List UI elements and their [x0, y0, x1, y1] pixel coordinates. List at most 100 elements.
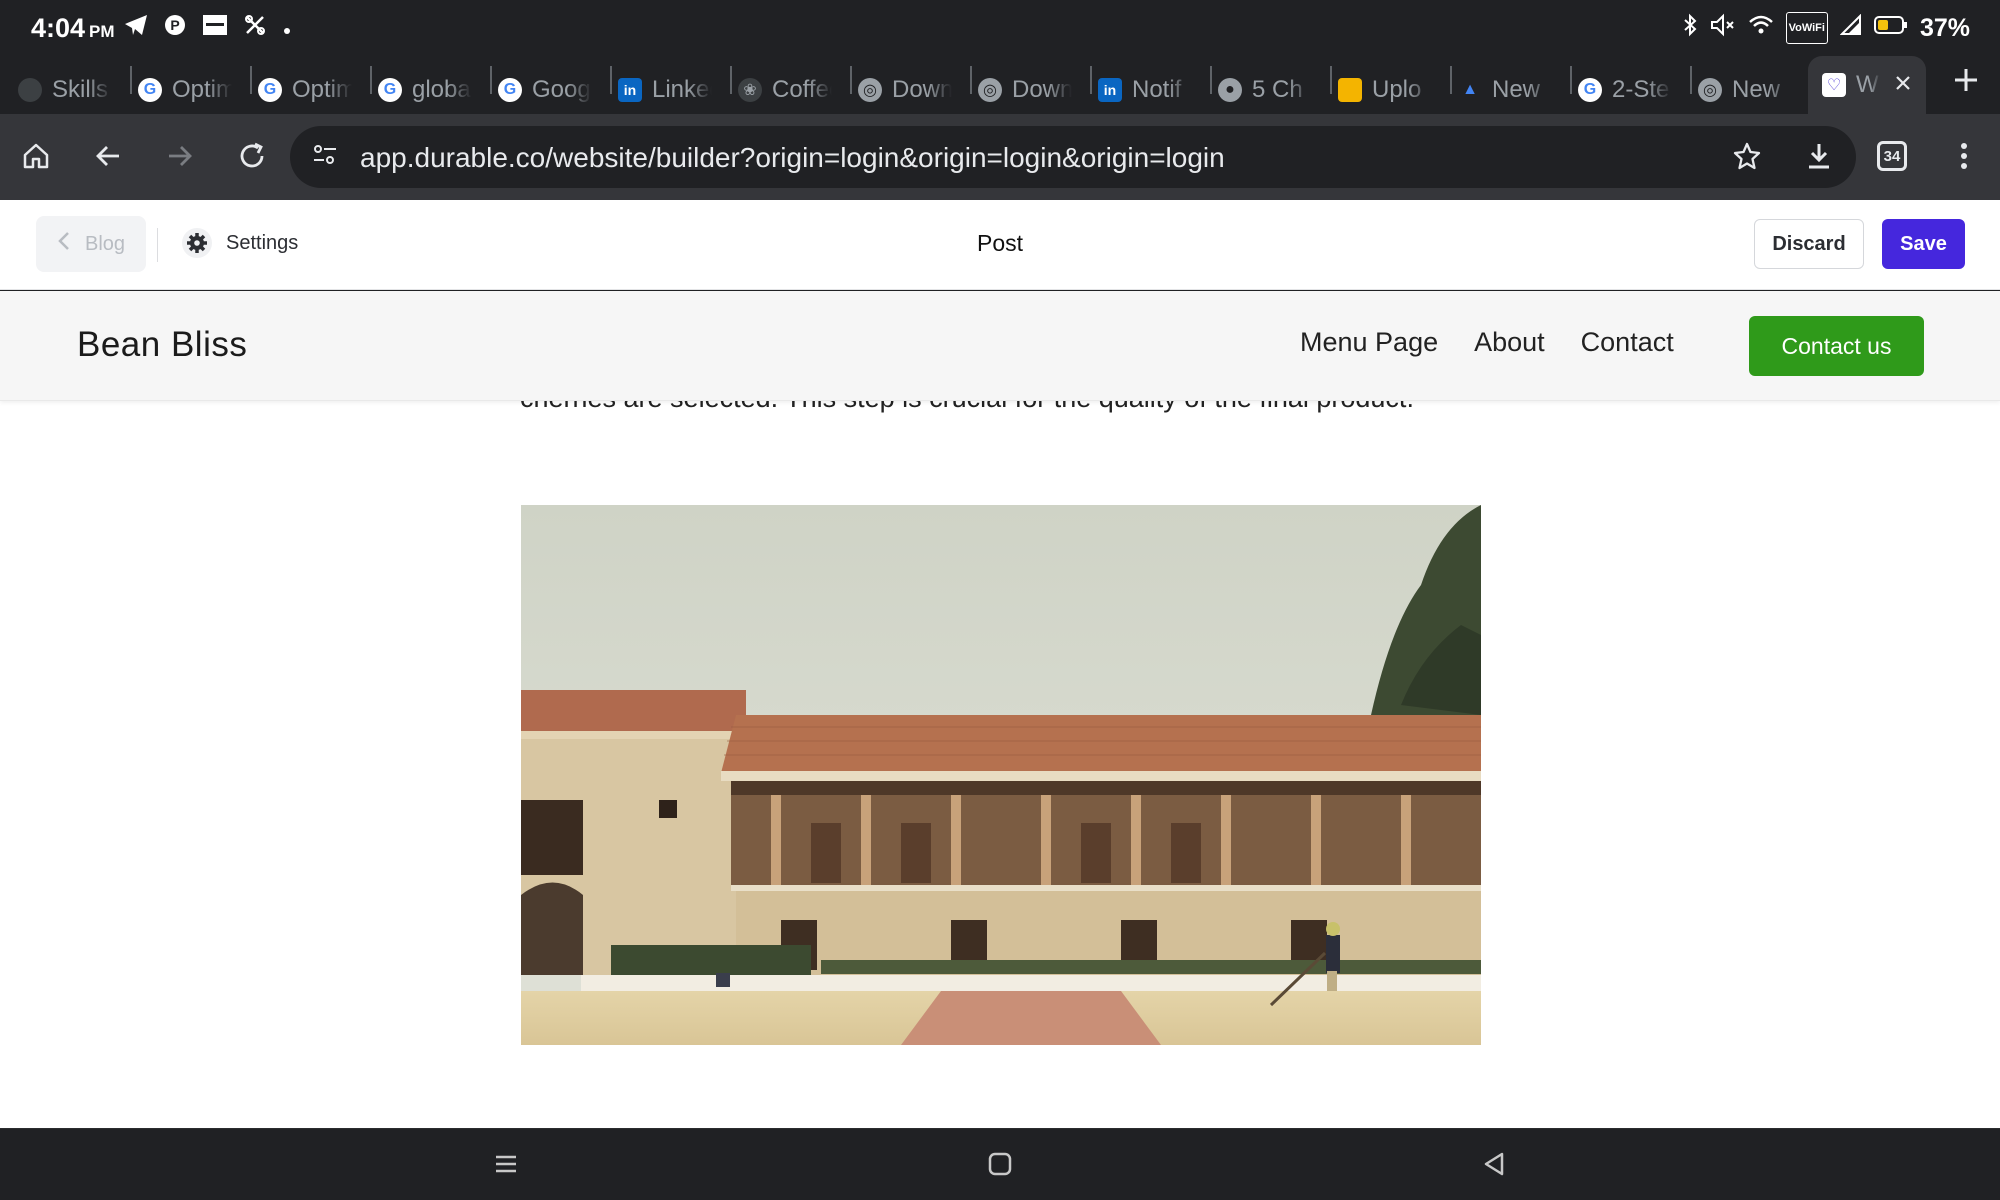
new-tab-button[interactable] [1952, 64, 1980, 103]
browser-tab[interactable]: G Optim [138, 66, 232, 114]
tab-separator [1330, 66, 1332, 94]
google-icon: G [258, 78, 282, 102]
tab-separator [370, 66, 372, 94]
site-brand[interactable]: Bean Bliss [77, 325, 247, 365]
tab-separator [1090, 66, 1092, 94]
browser-tab[interactable]: ● 5 Ch [1218, 66, 1312, 114]
signal-icon [1839, 13, 1862, 43]
tab-label: W [1856, 71, 1879, 98]
address-bar[interactable]: app.durable.co/website/builder?origin=lo… [290, 126, 1856, 188]
battery-percent: 37% [1919, 13, 1970, 42]
pinterest-icon: P [164, 14, 186, 43]
browser-tab[interactable]: Uplo [1338, 66, 1432, 114]
status-time-ampm: PM [89, 22, 115, 41]
coffee-icon: ❀ [738, 78, 762, 102]
notification-icons: P [124, 14, 292, 43]
tab-switcher-button[interactable]: 34 [1870, 134, 1914, 178]
discard-button[interactable]: Discard [1754, 219, 1864, 269]
home-button-icon[interactable] [988, 1147, 1012, 1184]
tab-label: Linked [652, 76, 712, 103]
nav-link-about[interactable]: About [1474, 327, 1545, 358]
system-back-icon[interactable] [1482, 1147, 1506, 1184]
page-title: Post [976, 230, 1024, 256]
download-icon[interactable] [1797, 134, 1841, 178]
tab-label: Google [532, 76, 592, 103]
mute-icon [1710, 13, 1736, 44]
tools-icon [244, 14, 266, 43]
browser-tab[interactable]: in Linked [618, 66, 712, 114]
linkedin-icon: in [618, 78, 642, 102]
site-nav-links: Menu Page About Contact [1300, 327, 1674, 358]
save-button[interactable]: Save [1882, 219, 1965, 269]
tab-label: 2-Ste [1612, 76, 1670, 103]
tab-label: Down [1012, 76, 1072, 103]
home-icon[interactable] [14, 134, 58, 178]
google-icon: G [138, 78, 162, 102]
browser-tab[interactable]: G Google [498, 66, 592, 114]
browser-tab[interactable]: ◎ New [1698, 66, 1792, 114]
browser-tab[interactable]: in Notif [1098, 66, 1192, 114]
system-status-icons: VoWiFi 37% [1682, 12, 1970, 44]
bluetooth-icon [1682, 13, 1698, 44]
durable-icon: ♡ [1822, 73, 1846, 97]
tab-label: Coffee [772, 76, 832, 103]
contact-us-button[interactable]: Contact us [1749, 316, 1924, 376]
site-settings-icon[interactable] [310, 140, 340, 177]
forward-arrow-icon[interactable] [158, 134, 202, 178]
tab-separator [1450, 66, 1452, 94]
globe-icon: ● [1218, 78, 1242, 102]
tab-separator [250, 66, 252, 94]
nav-link-menu-page[interactable]: Menu Page [1300, 327, 1438, 358]
tab-separator [130, 66, 132, 94]
tab-separator [970, 66, 972, 94]
google-icon: G [1578, 78, 1602, 102]
tab-label: global [412, 76, 472, 103]
post-image[interactable] [521, 505, 1481, 1045]
tab-separator [1570, 66, 1572, 94]
browser-tab[interactable]: ◎ Down [858, 66, 952, 114]
system-navigation-bar [0, 1128, 2000, 1200]
tab-label: Skills [52, 76, 109, 103]
linkedin-icon: in [1098, 78, 1122, 102]
tab-label: Down [892, 76, 952, 103]
browser-tab[interactable]: ❀ Coffee [738, 66, 832, 114]
tab-separator [850, 66, 852, 94]
status-bar: 4:04 PM P VoWiFi 37% [0, 0, 2000, 56]
browser-tab[interactable]: ♡ W [1808, 56, 1926, 114]
tab-separator [1690, 66, 1692, 94]
chrome-icon: ◎ [978, 78, 1002, 102]
more-menu-icon[interactable] [1942, 134, 1986, 178]
google-ads-icon: ▲ [1462, 81, 1478, 98]
bookmark-star-icon[interactable] [1725, 134, 1769, 178]
chrome-icon: ◎ [858, 78, 882, 102]
website-preview: Bean Bliss Menu Page About Contact Conta… [0, 291, 2000, 1128]
url-text[interactable]: app.durable.co/website/builder?origin=lo… [360, 142, 1225, 174]
nav-link-contact[interactable]: Contact [1581, 327, 1674, 358]
tab-label: New [1492, 76, 1541, 103]
tab-count: 34 [1877, 141, 1907, 171]
chrome-icon: ◎ [1698, 78, 1722, 102]
tab-separator [610, 66, 612, 94]
reload-icon[interactable] [230, 134, 274, 178]
folder-icon [1338, 78, 1362, 102]
back-arrow-icon[interactable] [86, 134, 130, 178]
wifi-icon [1748, 14, 1774, 43]
tab-label: Optim [292, 76, 352, 103]
status-time-value: 4:04 [31, 13, 86, 43]
close-tab-icon[interactable] [1894, 71, 1912, 99]
recent-apps-icon[interactable] [494, 1147, 518, 1184]
tab-label: Uplo [1372, 76, 1422, 103]
tab-label: Notif [1132, 76, 1182, 103]
browser-tab[interactable]: G 2-Ste [1578, 66, 1672, 114]
telegram-icon [124, 14, 148, 43]
dark-circle-icon [18, 78, 42, 102]
news-app-icon [202, 14, 228, 43]
browser-tab[interactable]: Skills [18, 66, 112, 114]
status-time: 4:04 PM [31, 13, 115, 44]
browser-tab[interactable]: ◎ Down [978, 66, 1072, 114]
google-icon: G [378, 78, 402, 102]
browser-tab[interactable]: Gglobal [378, 66, 472, 114]
browser-tab[interactable]: G Optim [258, 66, 352, 114]
browser-tab[interactable]: ▲ New [1458, 66, 1552, 114]
tab-label: Optim [172, 76, 232, 103]
